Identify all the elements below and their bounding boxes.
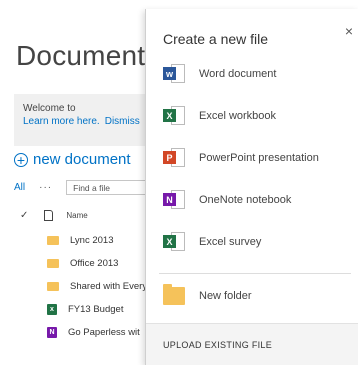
- row-name[interactable]: Shared with Every: [70, 281, 147, 292]
- page-title: Documents: [16, 40, 160, 71]
- table-row[interactable]: Shared with Every: [47, 281, 147, 292]
- new-powerpoint-item[interactable]: P PowerPoint presentation: [163, 147, 319, 169]
- row-name[interactable]: FY13 Budget: [68, 304, 123, 315]
- select-all-check-icon[interactable]: ✓: [20, 210, 28, 221]
- folder-icon: [47, 236, 59, 245]
- new-excel-survey-item[interactable]: X Excel survey: [163, 231, 261, 253]
- excel-icon: X: [163, 105, 185, 127]
- table-row[interactable]: Office 2013: [47, 258, 118, 269]
- item-label: Excel workbook: [199, 110, 277, 122]
- new-document-label: new document: [33, 151, 131, 168]
- dismiss-link[interactable]: Dismiss: [105, 116, 140, 127]
- more-options-icon[interactable]: ···: [39, 182, 52, 193]
- new-onenote-notebook-item[interactable]: N OneNote notebook: [163, 189, 291, 211]
- table-row[interactable]: Lync 2013: [47, 235, 114, 246]
- folder-icon: [47, 259, 59, 268]
- find-file-input[interactable]: Find a file: [66, 180, 147, 195]
- table-row[interactable]: x FY13 Budget: [47, 304, 123, 315]
- plus-circle-icon: +: [14, 152, 28, 167]
- column-name-header[interactable]: Name: [66, 211, 87, 220]
- row-name[interactable]: Office 2013: [70, 258, 118, 269]
- new-folder-item[interactable]: New folder: [163, 284, 252, 305]
- upload-existing-file-button[interactable]: UPLOAD EXISTING FILE: [146, 323, 358, 365]
- onenote-file-icon: N: [47, 327, 57, 338]
- new-document-button[interactable]: + new document: [14, 151, 131, 168]
- folder-icon: [163, 284, 185, 305]
- item-label: Excel survey: [199, 236, 262, 248]
- powerpoint-icon: P: [163, 147, 185, 169]
- close-icon[interactable]: ×: [345, 23, 353, 39]
- panel-title: Create a new file: [163, 31, 269, 47]
- folder-icon: [47, 282, 59, 291]
- divider: [159, 273, 351, 274]
- view-all-link[interactable]: All: [14, 182, 25, 193]
- excel-survey-icon: X: [163, 231, 185, 253]
- new-word-document-item[interactable]: w Word document: [163, 63, 276, 85]
- table-row[interactable]: N Go Paperless wit: [47, 327, 140, 338]
- create-new-file-panel: Create a new file × w Word document X Ex…: [145, 9, 358, 365]
- row-name[interactable]: Go Paperless wit: [68, 327, 140, 338]
- item-label: PowerPoint presentation: [199, 152, 319, 164]
- excel-file-icon: x: [47, 304, 57, 315]
- new-excel-workbook-item[interactable]: X Excel workbook: [163, 105, 276, 127]
- word-icon: w: [163, 63, 185, 85]
- file-type-icon: [44, 210, 54, 221]
- row-name[interactable]: Lync 2013: [70, 235, 114, 246]
- item-label: Word document: [199, 68, 277, 80]
- onenote-icon: N: [163, 189, 185, 211]
- library-toolbar: All ··· Find a file: [14, 180, 147, 195]
- learn-more-link[interactable]: Learn more here.: [23, 116, 100, 127]
- item-label: OneNote notebook: [199, 194, 292, 206]
- item-label: New folder: [199, 290, 252, 302]
- table-header: ✓ Name: [20, 210, 88, 221]
